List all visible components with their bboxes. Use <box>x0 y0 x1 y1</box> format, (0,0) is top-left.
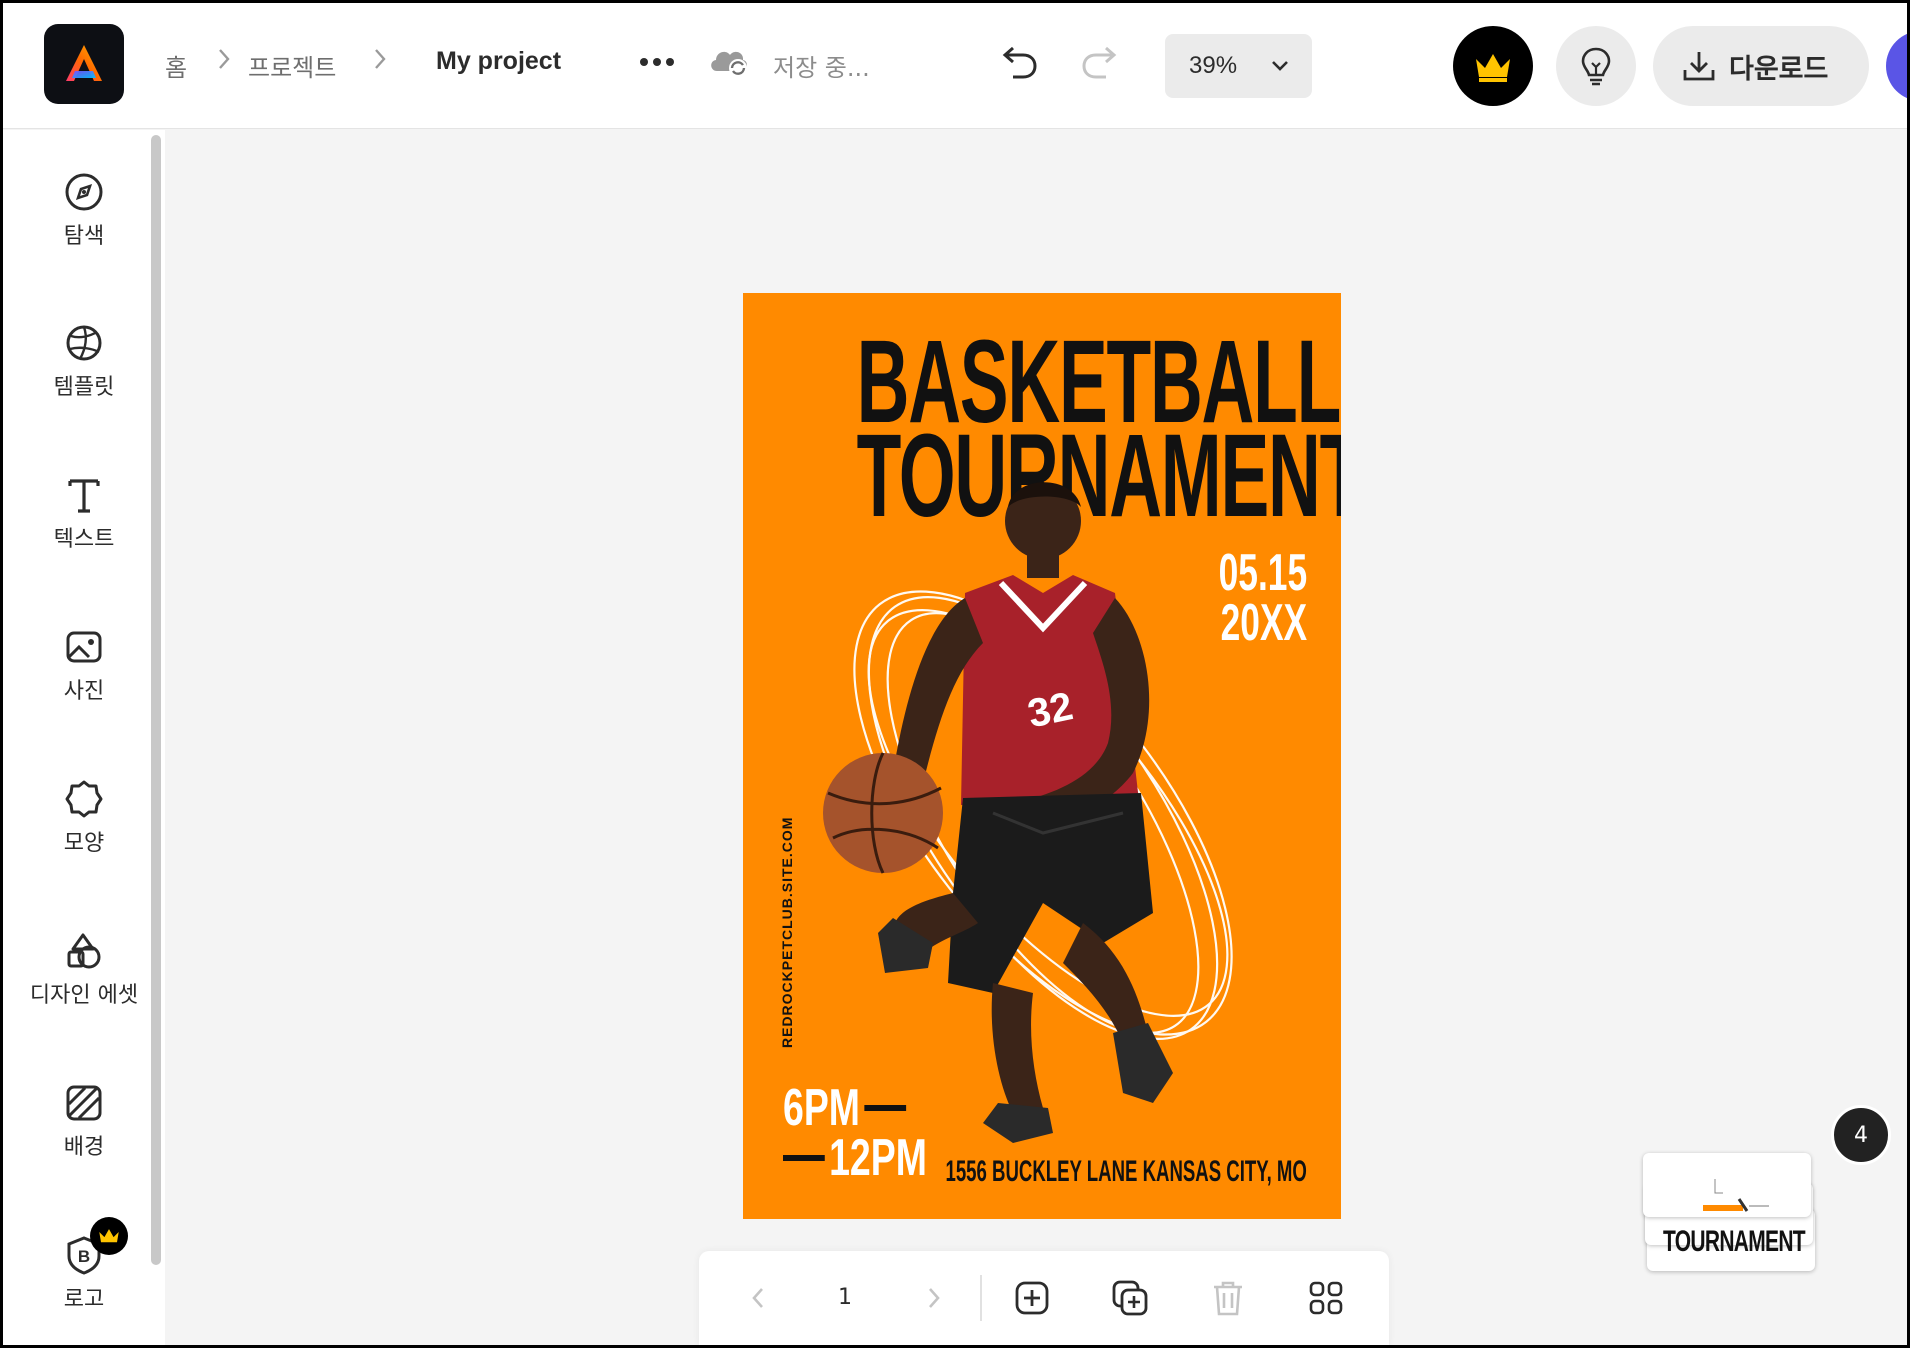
sidebar-item-logo[interactable]: B 로고 <box>3 1217 165 1343</box>
chevron-right-icon <box>375 49 386 69</box>
sidebar-item-label: 사진 <box>63 679 105 704</box>
duplicate-icon <box>1112 1280 1148 1316</box>
text-icon <box>62 473 106 517</box>
chevron-down-icon <box>1272 61 1288 71</box>
compass-icon <box>62 170 106 214</box>
chevron-right-icon <box>929 1288 940 1308</box>
sidebar-scrollbar[interactable] <box>151 135 161 1265</box>
thumbnail-text: TOURNAMENT <box>1663 1225 1806 1258</box>
more-horizontal-icon <box>640 58 674 66</box>
poster-time-start: 6PM <box>783 1079 860 1137</box>
add-page-button[interactable] <box>1007 1273 1057 1323</box>
download-button[interactable]: 다운로드 <box>1653 26 1869 106</box>
app-logo[interactable] <box>44 24 124 104</box>
grid-view-button[interactable] <box>1301 1273 1351 1323</box>
poster-address[interactable]: 1556 BUCKLEY LANE KANSAS CITY, MO <box>946 1155 1307 1189</box>
sidebar-item-label: 템플릿 <box>53 375 115 400</box>
sidebar-item-shapes[interactable]: 모양 <box>3 777 165 887</box>
sidebar-item-photos[interactable]: 사진 <box>3 625 165 735</box>
sidebar-item-label: 텍스트 <box>53 527 115 552</box>
crown-icon <box>1476 54 1510 82</box>
breadcrumb-home[interactable]: 홈 <box>165 48 187 83</box>
sidebar-item-label: 디자인 에셋 <box>29 983 139 1008</box>
download-label: 다운로드 <box>1729 53 1829 85</box>
more-options-button[interactable] <box>637 47 677 77</box>
app-window: 홈 프로젝트 My project 저장 중... 39% 다운로드 탐색 템플… <box>3 3 1907 1345</box>
thumbnail-preview <box>1703 1179 1769 1212</box>
premium-button[interactable] <box>1453 26 1533 106</box>
design-assets-icon <box>62 929 106 973</box>
background-icon <box>62 1081 106 1125</box>
save-status: 저장 중... <box>773 54 870 82</box>
poster-time-end: 12PM <box>829 1129 927 1187</box>
redo-icon <box>1082 46 1117 79</box>
sidebar-item-text[interactable]: 텍스트 <box>3 473 165 583</box>
zoom-value: 39% <box>1189 52 1238 79</box>
chevron-left-icon <box>752 1288 763 1308</box>
svg-text:B: B <box>78 1247 90 1266</box>
page-number: 1 <box>838 1285 852 1310</box>
sidebar-item-label: 로고 <box>63 1287 105 1312</box>
adobe-express-logo-icon <box>66 45 102 81</box>
cloud-sync-icon <box>711 51 747 77</box>
sidebar-item-templates[interactable]: 템플릿 <box>3 321 165 431</box>
zoom-select[interactable]: 39% <box>1165 34 1312 98</box>
sidebar-item-label: 배경 <box>63 1135 105 1160</box>
poster-date-line1: 05.15 <box>1218 544 1307 602</box>
project-name[interactable]: My project <box>436 47 561 76</box>
grid-icon <box>1309 1281 1343 1315</box>
user-avatar[interactable] <box>1886 31 1907 101</box>
delete-page-button[interactable] <box>1203 1273 1253 1323</box>
left-sidebar: 탐색 템플릿 텍스트 사진 모양 디자인 에셋 배경 B 로고 <box>3 130 165 1345</box>
sidebar-item-background[interactable]: 배경 <box>3 1081 165 1191</box>
page-toolbar: 1 <box>699 1251 1389 1345</box>
duplicate-page-button[interactable] <box>1105 1273 1155 1323</box>
template-icon <box>62 321 106 365</box>
sidebar-item-label: 탐색 <box>63 224 105 249</box>
brand-logo-icon: B <box>62 1217 128 1277</box>
page-thumbnail <box>1643 1153 1811 1217</box>
poster-canvas[interactable]: BASKETBALL TOURNAMENT 32 05.15 20XX REDR… <box>743 293 1341 1219</box>
crown-icon <box>99 1229 119 1243</box>
jersey-number: 32 <box>1024 684 1077 736</box>
chevron-right-icon <box>219 49 230 69</box>
sidebar-item-explore[interactable]: 탐색 <box>3 170 165 280</box>
poster-date-line2: 20XX <box>1220 594 1307 652</box>
page-count-badge: 4 <box>1831 1105 1891 1165</box>
poster-url[interactable]: REDROCKPETCLUB.SITE.COM <box>779 817 795 1048</box>
sidebar-item-design-assets[interactable]: 디자인 에셋 <box>3 929 165 1039</box>
premium-crown-badge <box>90 1217 128 1255</box>
lightbulb-icon <box>1581 47 1611 86</box>
previous-page-button[interactable] <box>733 1273 783 1323</box>
dash-line <box>864 1105 907 1111</box>
redo-button[interactable] <box>1078 43 1122 87</box>
next-page-button[interactable] <box>909 1273 959 1323</box>
toolbar-divider <box>980 1275 982 1321</box>
poster-date[interactable]: 05.15 20XX <box>1218 544 1307 652</box>
breadcrumb-projects[interactable]: 프로젝트 <box>248 48 336 83</box>
undo-icon <box>1002 46 1037 79</box>
shape-icon <box>62 777 106 821</box>
add-page-icon <box>1015 1281 1049 1315</box>
page-stack-thumbnail[interactable]: TOURNAMENT <box>1641 1131 1821 1271</box>
undo-button[interactable] <box>997 43 1041 87</box>
trash-icon <box>1214 1281 1242 1316</box>
download-icon <box>1683 52 1715 81</box>
top-bar: 홈 프로젝트 My project 저장 중... 39% 다운로드 <box>3 3 1907 129</box>
photo-icon <box>62 625 106 669</box>
ideas-button[interactable] <box>1556 26 1636 106</box>
sidebar-item-label: 모양 <box>63 831 105 856</box>
dash-line <box>783 1155 825 1161</box>
